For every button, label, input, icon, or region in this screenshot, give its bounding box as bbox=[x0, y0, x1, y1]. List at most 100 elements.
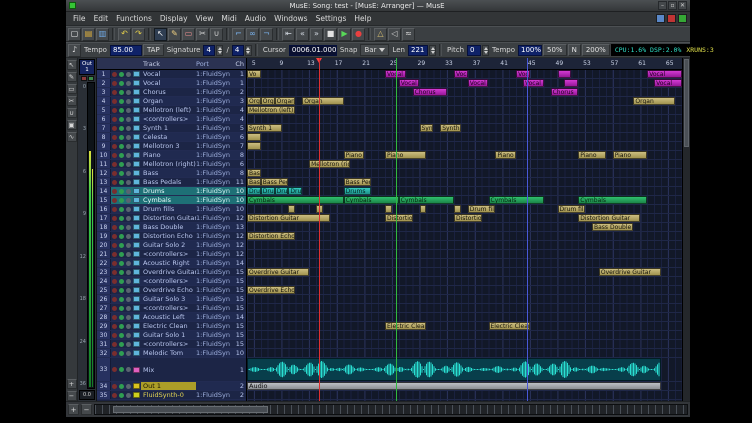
cutter-tool-icon[interactable]: ✂ bbox=[67, 96, 77, 106]
record-arm-icon[interactable] bbox=[112, 225, 117, 230]
solo-icon[interactable] bbox=[126, 234, 131, 239]
track-name[interactable]: Acoustic Left bbox=[141, 313, 196, 321]
part-distortion-guitar[interactable]: Distortion Guitar bbox=[578, 214, 640, 222]
part-drum-fills[interactable]: Drum fills bbox=[558, 205, 586, 213]
record-arm-icon[interactable] bbox=[112, 315, 117, 320]
close-button[interactable]: ✕ bbox=[678, 1, 687, 10]
track-channel[interactable]: 3 bbox=[235, 97, 246, 105]
track-row[interactable]: 32Melodic Tom1:FluidSyn10 bbox=[97, 349, 246, 358]
track-name[interactable]: Distortion Echo bbox=[141, 232, 196, 240]
track-lane[interactable] bbox=[247, 331, 682, 340]
solo-icon[interactable] bbox=[126, 393, 131, 398]
track-name[interactable]: Guitar Solo 2 bbox=[141, 241, 196, 249]
track-channel[interactable]: 10 bbox=[235, 205, 246, 213]
part-distortion-echo[interactable]: Distortion Echo bbox=[247, 232, 295, 240]
track-lane[interactable]: Chorus Chorus bbox=[247, 88, 682, 97]
menu-help[interactable]: Help bbox=[350, 13, 375, 24]
track-row[interactable]: 33Mix1 bbox=[97, 358, 246, 382]
pitch-stepper[interactable] bbox=[482, 45, 489, 56]
track-row[interactable]: 12Bass1:FluidSyn8 bbox=[97, 169, 246, 178]
solo-icon[interactable] bbox=[126, 198, 131, 203]
part-organ[interactable]: Organ bbox=[247, 97, 261, 105]
track-channel[interactable]: 4 bbox=[235, 106, 246, 114]
track-name[interactable]: Bass bbox=[141, 169, 196, 177]
save-file-button[interactable]: ▥ bbox=[96, 28, 109, 41]
track-lane[interactable]: Distortion GuitarDistortionDistortionsDi… bbox=[247, 214, 682, 223]
track-channel[interactable]: 2 bbox=[235, 88, 246, 96]
part-cymbals[interactable]: Cymbals bbox=[578, 196, 647, 204]
part-vocal[interactable]: Vocal bbox=[654, 79, 682, 87]
mute-icon[interactable] bbox=[119, 234, 124, 239]
track-name[interactable]: <controllers> bbox=[141, 340, 196, 348]
new-file-button[interactable]: ▢ bbox=[68, 28, 81, 41]
track-name[interactable]: Mellotron 3 bbox=[141, 142, 196, 150]
record-arm-icon[interactable] bbox=[112, 135, 117, 140]
track-channel[interactable]: 1 bbox=[235, 79, 246, 87]
track-row[interactable]: 22Acoustic Right1:FluidSyn14 bbox=[97, 259, 246, 268]
track-port[interactable]: 1:FluidSyn bbox=[196, 250, 235, 258]
track-channel[interactable]: 15 bbox=[235, 331, 246, 339]
tempo-scale-field[interactable]: 100% bbox=[518, 45, 542, 56]
track-lane[interactable]: Overdrive Echo bbox=[247, 286, 682, 295]
record-arm-icon[interactable] bbox=[112, 117, 117, 122]
track-row[interactable]: 5Mellotron (left)1:FluidSyn4 bbox=[97, 106, 246, 115]
track-column-header[interactable]: Track bbox=[141, 58, 196, 69]
track-row[interactable]: 35FluidSynth-01:FluidSyn2 bbox=[97, 391, 246, 400]
track-lane[interactable] bbox=[247, 340, 682, 349]
track-name[interactable]: Out 1 bbox=[141, 382, 196, 390]
track-name[interactable]: Mix bbox=[141, 358, 196, 381]
vertical-scrollbar[interactable] bbox=[682, 58, 690, 401]
track-lane[interactable]: Audio bbox=[247, 382, 682, 391]
redo-button[interactable]: ↷ bbox=[132, 28, 145, 41]
minimize-button[interactable]: – bbox=[658, 1, 667, 10]
track-lane[interactable] bbox=[247, 259, 682, 268]
track-channel[interactable]: 11 bbox=[235, 178, 246, 186]
part-drums[interactable]: Drums bbox=[344, 187, 372, 195]
pencil-tool-icon[interactable]: ✎ bbox=[67, 72, 77, 82]
part-organ[interactable]: Organ bbox=[633, 97, 674, 105]
mute-icon[interactable] bbox=[119, 288, 124, 293]
solo-icon[interactable] bbox=[126, 207, 131, 212]
track-row[interactable]: 19Distortion Echo1:FluidSyn12 bbox=[97, 232, 246, 241]
zoom-out-icon[interactable]: − bbox=[67, 391, 77, 401]
len-stepper[interactable] bbox=[429, 45, 436, 56]
track-row[interactable]: 28Acoustic Left1:FluidSyn14 bbox=[97, 313, 246, 322]
part-chorus[interactable]: Chorus bbox=[551, 88, 579, 96]
part-canvas[interactable]: VoVocalVocalVocalVocalVocalVocalVocalVoc… bbox=[247, 70, 682, 401]
part-chorus[interactable]: Chorus bbox=[413, 88, 448, 96]
vertical-scrollbar-thumb[interactable] bbox=[684, 59, 689, 147]
track-lane[interactable]: DrumDrumDrumDrumsDrums bbox=[247, 187, 682, 196]
record-arm-icon[interactable] bbox=[112, 342, 117, 347]
mute-icon[interactable] bbox=[119, 126, 124, 131]
forward-button[interactable]: » bbox=[310, 28, 323, 41]
play-button[interactable]: ▶ bbox=[338, 28, 351, 41]
part-khaki[interactable] bbox=[385, 205, 392, 213]
track-lane[interactable] bbox=[247, 133, 682, 142]
track-lane[interactable]: OrganOrganOrganOrganOrgan bbox=[247, 97, 682, 106]
track-lane[interactable]: Drum fillsDrum fills bbox=[247, 205, 682, 214]
pitch-field[interactable]: 0 bbox=[467, 45, 481, 56]
track-port[interactable]: 1:FluidSyn bbox=[196, 70, 235, 78]
part-khaki[interactable] bbox=[247, 142, 261, 150]
part-organ[interactable]: Organ bbox=[261, 97, 275, 105]
part-drums[interactable]: Drums bbox=[288, 187, 302, 195]
track-lane[interactable]: Synth 1SynthSynth 1 bbox=[247, 124, 682, 133]
rewind-button[interactable]: « bbox=[296, 28, 309, 41]
part-overdrive-guitar[interactable]: Overdrive Guitar bbox=[599, 268, 661, 276]
menu-functions[interactable]: Functions bbox=[112, 13, 156, 24]
mute-icon[interactable] bbox=[119, 144, 124, 149]
record-arm-icon[interactable] bbox=[112, 261, 117, 266]
track-row[interactable]: 16Drum fills1:FluidSyn10 bbox=[97, 205, 246, 214]
track-lane[interactable] bbox=[247, 115, 682, 124]
track-row[interactable]: 26Guitar Solo 31:FluidSyn15 bbox=[97, 295, 246, 304]
track-name[interactable]: Chorus bbox=[141, 88, 196, 96]
zoom-in-icon[interactable]: + bbox=[67, 379, 77, 389]
record-arm-icon[interactable] bbox=[112, 81, 117, 86]
menu-file[interactable]: File bbox=[69, 13, 90, 24]
mute-icon[interactable] bbox=[119, 342, 124, 347]
part-khaki[interactable] bbox=[420, 205, 427, 213]
track-channel[interactable]: 14 bbox=[235, 313, 246, 321]
track-lane[interactable]: Electric CleanElectric Clean bbox=[247, 322, 682, 331]
menu-edit[interactable]: Edit bbox=[90, 13, 113, 24]
track-channel[interactable]: 12 bbox=[235, 241, 246, 249]
